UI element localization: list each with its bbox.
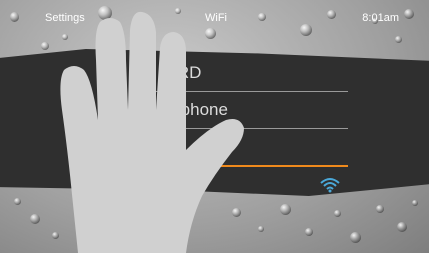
settings-title[interactable]: Settings xyxy=(45,12,85,24)
network-item[interactable]: ds phone xyxy=(145,92,348,129)
network-name: eoRD xyxy=(158,63,202,82)
network-name: ds phone xyxy=(158,100,228,119)
network-item-selected[interactable]: o d xyxy=(145,129,348,167)
network-item[interactable]: eoRD xyxy=(145,55,348,92)
network-name: o d xyxy=(158,137,182,156)
network-list: eoRD ds phone o d xyxy=(145,55,348,167)
status-bar: Settings WiFi 8:01am xyxy=(0,0,429,36)
wifi-icon xyxy=(320,178,340,193)
wifi-title: WiFi xyxy=(205,12,227,24)
wallpaper: Settings WiFi 8:01am eoRD ds phone o d xyxy=(0,0,429,253)
clock: 8:01am xyxy=(362,12,399,24)
